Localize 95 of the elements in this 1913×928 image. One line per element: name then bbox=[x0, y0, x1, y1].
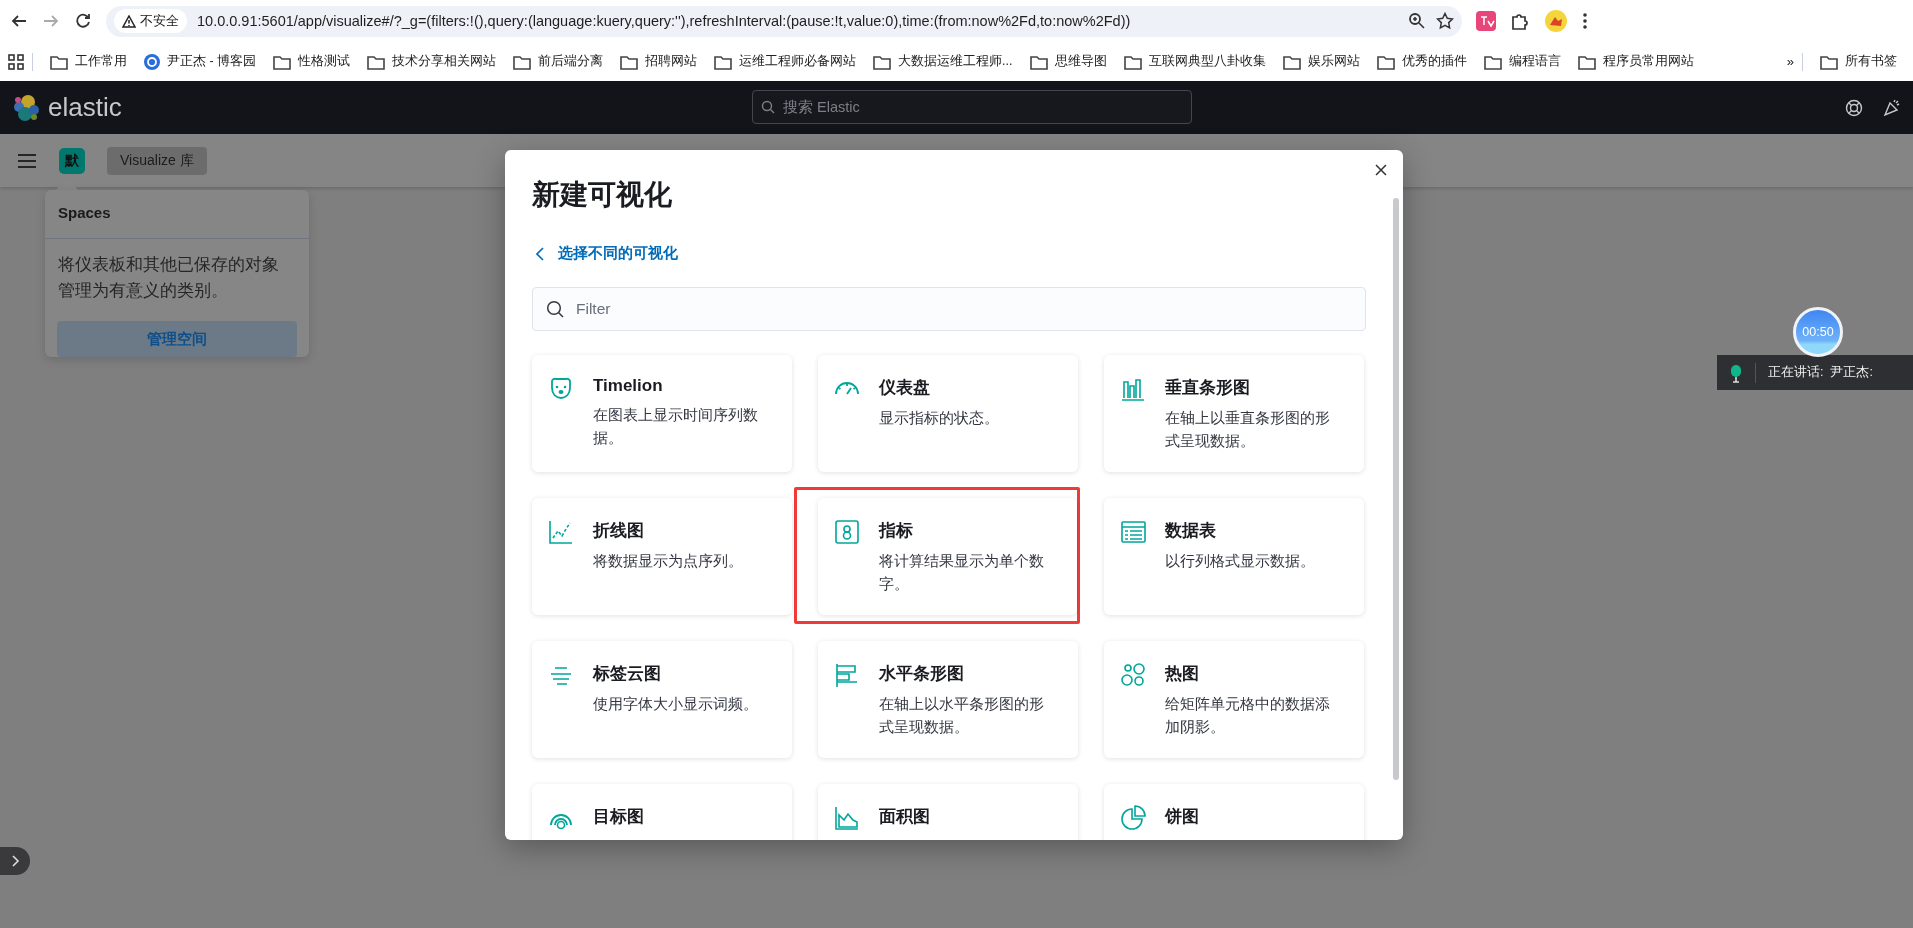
card-description: 将数据显示为点序列。 bbox=[593, 552, 744, 571]
space-avatar[interactable]: 默 bbox=[59, 147, 85, 174]
visualization-card[interactable]: 面积图 bbox=[818, 784, 1078, 840]
reload-icon[interactable] bbox=[74, 12, 92, 30]
search-icon bbox=[761, 100, 775, 114]
card-description: 使用字体大小显示词频。 bbox=[593, 695, 759, 714]
visualization-card[interactable]: 折线图 将数据显示为点序列。 bbox=[532, 498, 792, 615]
visualization-card[interactable]: 标签云图 使用字体大小显示词频。 bbox=[532, 641, 792, 758]
card-description: 给矩阵单元格中的数据添加阴影。 bbox=[1165, 695, 1331, 737]
more-menu-icon[interactable] bbox=[1582, 12, 1588, 30]
visualization-card[interactable]: 水平条形图 在轴上以水平条形图的形式呈现数据。 bbox=[818, 641, 1078, 758]
bookmark[interactable]: 编程语言 bbox=[1474, 52, 1569, 71]
card-description: 在轴上以水平条形图的形式呈现数据。 bbox=[879, 695, 1045, 737]
zoom-icon[interactable] bbox=[1408, 12, 1426, 30]
card-title: 面积图 bbox=[879, 806, 930, 828]
metric-icon bbox=[834, 519, 860, 545]
puzzle-icon[interactable] bbox=[1510, 11, 1530, 31]
card-description: 在图表上显示时间序列数据。 bbox=[593, 406, 759, 448]
address-bar[interactable]: 不安全 10.0.0.91:5601/app/visualize#/?_g=(filters:!(),query:(language:kuery,query:''),refreshInterval:(pause:!t,value:0),time:(from:now%2Fd,to:now%2Fd)) bbox=[106, 5, 1462, 37]
bookmark[interactable]: 互联网典型八卦收集 bbox=[1114, 52, 1274, 71]
card-title: 数据表 bbox=[1165, 520, 1217, 542]
bookmark[interactable]: 运维工程师必备网站 bbox=[705, 52, 865, 71]
apps-icon[interactable] bbox=[8, 53, 24, 70]
visualization-card[interactable]: 指标 将计算结果显示为单个数字。 bbox=[794, 487, 1080, 624]
card-description: 以行列格式显示数据。 bbox=[1165, 552, 1316, 571]
bookmark[interactable]: 大数据运维工程师... bbox=[864, 52, 1021, 71]
filter-placeholder: Filter bbox=[576, 300, 611, 318]
chevron-right-icon bbox=[10, 855, 20, 867]
visualization-card[interactable]: 饼图 bbox=[1104, 784, 1364, 840]
filter-field[interactable]: Filter bbox=[532, 287, 1366, 331]
newsfeed-icon[interactable] bbox=[1883, 98, 1901, 117]
card-title: 水平条形图 bbox=[879, 663, 965, 685]
card-title: 仪表盘 bbox=[879, 377, 931, 399]
bookmark[interactable]: 优秀的插件 bbox=[1367, 52, 1475, 71]
search-field[interactable]: 搜索 Elastic bbox=[752, 90, 1192, 124]
bookmark[interactable]: 尹正杰 - 博客园 bbox=[135, 52, 265, 71]
bookmark[interactable]: 招聘网站 bbox=[611, 52, 706, 71]
visualization-card[interactable]: 垂直条形图 在轴上以垂直条形图的形式呈现数据。 bbox=[1104, 355, 1364, 472]
bookmark[interactable]: 娱乐网站 bbox=[1273, 52, 1368, 71]
search-icon bbox=[546, 300, 564, 318]
back-link[interactable]: 选择不同的可视化 bbox=[536, 244, 678, 263]
popover-title: Spaces bbox=[57, 203, 112, 223]
security-label: 不安全 bbox=[140, 12, 179, 30]
url-text: 10.0.0.91:5601/app/visualize#/?_g=(filters:!(),query:(language:kuery,query:''),refreshInterval:(pause:!t,value:0),time:(from:now%2Fd,to:now%2Fd)) bbox=[197, 13, 1132, 29]
card-description: 将计算结果显示为单个数字。 bbox=[879, 552, 1045, 594]
card-title: 指标 bbox=[879, 520, 914, 542]
warning-icon bbox=[122, 14, 136, 28]
visualization-card[interactable]: Timelion 在图表上显示时间序列数据。 bbox=[532, 355, 792, 472]
card-title: Timelion bbox=[593, 376, 664, 396]
bookmark[interactable]: 性格测试 bbox=[264, 52, 359, 71]
card-title: 垂直条形图 bbox=[1165, 377, 1251, 399]
security-chip[interactable]: 不安全 bbox=[114, 9, 187, 33]
microphone-icon bbox=[1729, 362, 1743, 383]
circles-icon bbox=[1120, 662, 1146, 688]
chevron-left-icon bbox=[536, 246, 544, 261]
star-icon[interactable] bbox=[1436, 12, 1454, 30]
menu-icon[interactable] bbox=[17, 152, 37, 169]
area-chart-icon bbox=[834, 805, 860, 831]
translate-icon[interactable] bbox=[1476, 11, 1496, 31]
horizontal-bar-icon bbox=[834, 662, 860, 688]
bookmark[interactable]: 所有书签 bbox=[1811, 52, 1905, 71]
bookmark[interactable]: 工作常用 bbox=[41, 52, 135, 71]
help-icon[interactable] bbox=[1845, 98, 1863, 117]
bookmark[interactable]: 思维导图 bbox=[1020, 52, 1115, 71]
visualization-card[interactable]: 仪表盘 显示指标的状态。 bbox=[818, 355, 1078, 472]
card-title: 饼图 bbox=[1165, 806, 1199, 828]
avatar-icon[interactable] bbox=[1544, 9, 1568, 33]
card-title: 标签云图 bbox=[593, 663, 662, 685]
bar-chart-icon bbox=[1120, 376, 1146, 402]
more-bookmarks[interactable]: » bbox=[1786, 54, 1794, 69]
popover-description: 将仪表板和其他已保存的对象管理为有意义的类别。 bbox=[57, 254, 280, 301]
search-placeholder: 搜索 Elastic bbox=[783, 97, 860, 117]
scrollbar[interactable] bbox=[1393, 198, 1399, 780]
visualization-card[interactable]: 数据表 以行列格式显示数据。 bbox=[1104, 498, 1364, 615]
card-description: 显示指标的状态。 bbox=[879, 409, 1000, 428]
card-description: 在轴上以垂直条形图的形式呈现数据。 bbox=[1165, 409, 1331, 451]
card-title: 折线图 bbox=[593, 520, 645, 542]
modal-title: 新建可视化 bbox=[532, 178, 673, 212]
speaking-label: 正在讲话: 尹正杰: bbox=[1768, 364, 1873, 381]
card-title: 热图 bbox=[1165, 663, 1200, 685]
site-icon bbox=[143, 52, 161, 71]
card-title: 目标图 bbox=[593, 806, 644, 828]
collapse-button[interactable] bbox=[0, 847, 30, 875]
line-chart-icon bbox=[548, 519, 574, 545]
table-icon bbox=[1120, 519, 1146, 545]
bookmark[interactable]: 技术分享相关网站 bbox=[358, 52, 505, 71]
bookmark[interactable]: 程序员常用网站 bbox=[1568, 52, 1702, 71]
elastic-logo-icon[interactable] bbox=[12, 93, 40, 122]
visualization-card[interactable]: 热图 给矩阵单元格中的数据添加阴影。 bbox=[1104, 641, 1364, 758]
brand-name: elastic bbox=[48, 92, 122, 123]
pie-chart-icon bbox=[1120, 805, 1146, 831]
bookmark[interactable]: 前后端分离 bbox=[504, 52, 612, 71]
visualization-card[interactable]: 目标图 bbox=[532, 784, 792, 840]
bear-face-icon bbox=[548, 376, 574, 402]
close-icon bbox=[1375, 164, 1387, 176]
